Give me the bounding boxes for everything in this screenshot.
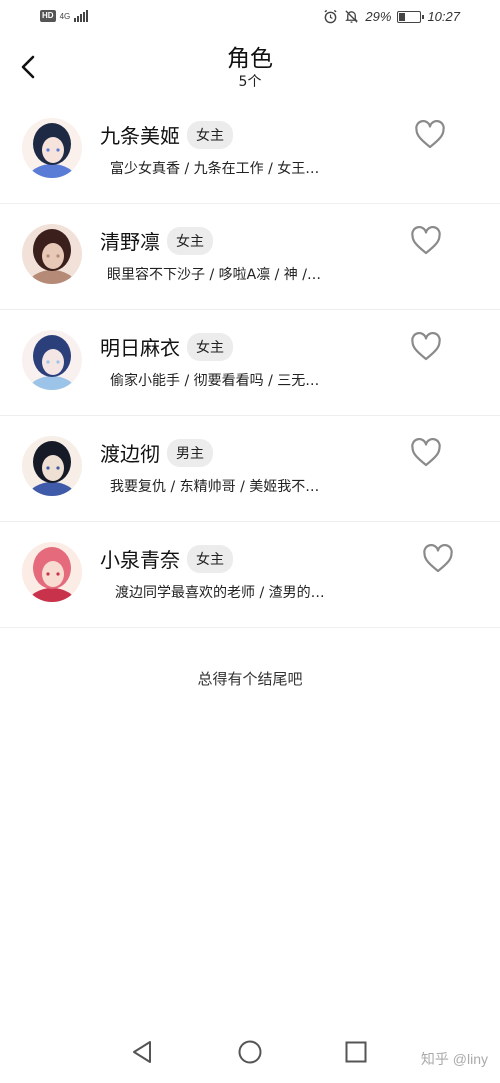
heart-icon [423,544,453,573]
watermark: 知乎 @liny [420,1051,488,1067]
favorite-button[interactable] [410,226,442,256]
page-title: 角色 [227,46,273,72]
header: 角色 5个 [0,36,500,98]
status-bar: HD 4G 29% 10:27 [0,0,500,36]
nav-home-button[interactable] [237,1039,263,1065]
end-of-list-text: 总得有个结尾吧 [197,670,303,688]
role-tag: 女主 [187,332,233,361]
avatar-illustration [22,436,82,496]
back-triangle-icon [133,1041,151,1063]
avatar-illustration [22,118,82,178]
name-line: 明日麻衣 女主 [100,332,233,361]
character-count: 5个 [238,74,262,90]
character-avatar[interactable] [22,330,82,390]
character-avatar[interactable] [22,224,82,284]
heart-icon [411,226,441,255]
character-row[interactable]: 明日麻衣 女主 偷家小能手 / 彻要看看吗 / 三无… [0,310,500,416]
character-avatar[interactable] [22,118,82,178]
avatar-illustration [22,330,82,390]
avatar-illustration [22,224,82,284]
avatar-illustration [22,542,82,602]
home-circle-icon [238,1040,262,1064]
signal-icon [74,10,89,22]
recents-square-icon [345,1041,367,1063]
character-description: 我要复仇 / 东精帅哥 / 美姬我不… [110,479,320,495]
network-type: 4G [59,11,71,21]
character-description: 眼里容不下沙子 / 哆啦A凛 / 神 /… [107,267,321,283]
heart-icon [411,438,441,467]
role-tag: 女主 [187,120,233,149]
role-tag: 男主 [167,438,213,467]
name-line: 小泉青奈 女主 [100,544,233,573]
name-line: 渡边彻 男主 [100,438,213,467]
role-tag: 女主 [167,226,213,255]
favorite-button[interactable] [414,120,446,150]
battery-icon [397,10,425,23]
name-line: 九条美姬 女主 [100,120,233,149]
character-name: 九条美姬 [100,124,180,148]
mute-icon [345,10,359,23]
character-row[interactable]: 渡边彻 男主 我要复仇 / 东精帅哥 / 美姬我不… [0,416,500,522]
nav-back-button[interactable] [130,1039,156,1065]
clock: 10:27 [427,9,460,24]
character-row[interactable]: 小泉青奈 女主 渡边同学最喜欢的老师 / 渣男的… [0,522,500,628]
character-description: 富少女真香 / 九条在工作 / 女王… [110,161,320,177]
character-row[interactable]: 清野凛 女主 眼里容不下沙子 / 哆啦A凛 / 神 /… [0,204,500,310]
status-left: HD 4G [40,10,89,22]
character-description: 渡边同学最喜欢的老师 / 渣男的… [115,585,325,601]
alarm-icon [324,9,337,24]
character-name: 小泉青奈 [100,548,180,572]
character-name: 明日麻衣 [100,336,180,360]
character-description: 偷家小能手 / 彻要看看吗 / 三无… [110,373,320,389]
character-name: 渡边彻 [100,442,160,466]
favorite-button[interactable] [422,544,454,574]
favorite-button[interactable] [410,438,442,468]
role-tag: 女主 [187,544,233,573]
character-avatar[interactable] [22,542,82,602]
favorite-button[interactable] [410,332,442,362]
heart-icon [415,120,445,149]
character-avatar[interactable] [22,436,82,496]
hd-badge: HD [40,10,56,22]
battery-percent: 29% [365,9,392,24]
character-row[interactable]: 九条美姬 女主 富少女真香 / 九条在工作 / 女王… [0,98,500,204]
character-name: 清野凛 [100,230,160,254]
system-nav-bar: 知乎 @liny [0,1023,500,1083]
nav-recents-button[interactable] [343,1039,369,1065]
name-line: 清野凛 女主 [100,226,213,255]
status-right: 29% 10:27 [323,9,460,24]
character-list: 九条美姬 女主 富少女真香 / 九条在工作 / 女王… 清野凛 女主 眼里容不下… [0,98,500,628]
heart-icon [411,332,441,361]
